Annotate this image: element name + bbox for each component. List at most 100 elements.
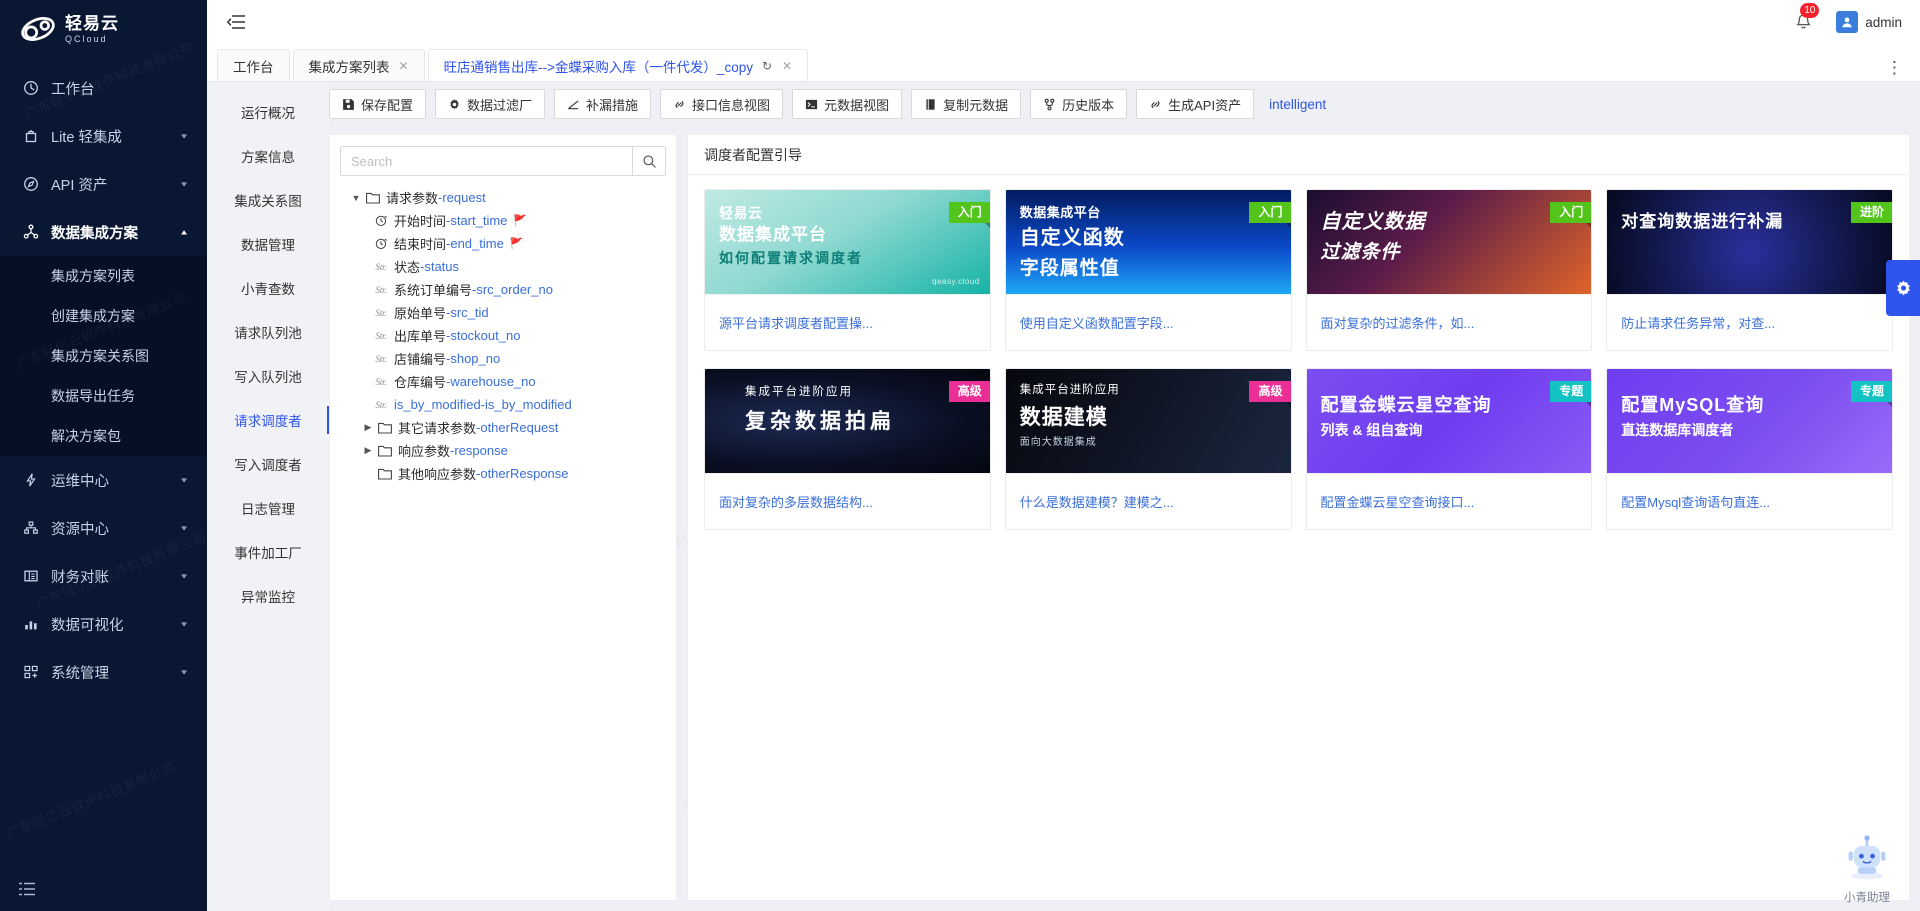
tree-node-end-time[interactable]: 结束时间-end_time 🚩 [340, 232, 666, 255]
search-button[interactable] [632, 146, 666, 176]
tree-node-other-request[interactable]: ▶ 其它请求参数-otherRequest [340, 416, 666, 439]
sidebar-item-integration[interactable]: 数据集成方案 ▲ [0, 208, 207, 256]
card-caption: 配置Mysql查询语句直连... [1607, 473, 1892, 529]
tree-node-other-response[interactable]: 其他响应参数-otherResponse [340, 462, 666, 485]
card-badge: 入门 [1550, 202, 1591, 223]
tree-node-warehouse-no[interactable]: Str. 仓库编号-warehouse_no [340, 370, 666, 393]
data-filter-button[interactable]: 数据过滤厂 [435, 89, 545, 119]
chevron-right-icon[interactable]: ▶ [360, 445, 376, 456]
submenu-item-request-queue[interactable]: 请求队列池 [207, 310, 329, 354]
tree-node-response[interactable]: ▶ 响应参数-response [340, 439, 666, 462]
more-vertical-icon[interactable]: ⋮ [1886, 62, 1904, 74]
sidebar-item-ops[interactable]: 运维中心 ▼ [0, 456, 207, 504]
refresh-icon[interactable]: ↻ [762, 59, 772, 73]
sidebar-item-label: 系统管理 [51, 662, 179, 683]
card-item[interactable]: 配置金蝶云星空查询 列表 & 组自查询 专题 配置金蝶云星空查询接口... [1306, 368, 1593, 530]
history-version-button[interactable]: 历史版本 [1030, 89, 1127, 119]
tree-node-shop-no[interactable]: Str. 店铺编号-shop_no [340, 347, 666, 370]
close-icon[interactable]: ✕ [399, 59, 409, 73]
folder-icon [376, 445, 394, 457]
settings-grid-icon [22, 664, 40, 680]
card-badge: 入门 [949, 202, 990, 223]
page-body: 广东轻亿云软件科技有限公司 广东轻亿云软件科技有限公司 广东轻亿云软件科技有限公… [207, 82, 1920, 911]
submenu-label: 请求队列池 [234, 322, 302, 342]
sidebar-item-workbench[interactable]: 工作台 [0, 64, 207, 112]
card-item[interactable]: 集成平台进阶应用 复杂数据拍扁 高级 面对复杂的多层数据结构... [704, 368, 991, 530]
sidebar-item-resource[interactable]: 资源中心 ▼ [0, 504, 207, 552]
tab-integration-detail[interactable]: 旺店通销售出库-->金蝶采购入库（一件代发）_copy ↻ ✕ [428, 49, 809, 82]
tree-node-label-en: -start_time [446, 213, 507, 228]
string-type-icon: Str. [372, 308, 390, 318]
card-item[interactable]: 配置MySQL查询 直连数据库调度者 专题 配置Mysql查询语句直连... [1606, 368, 1893, 530]
submenu-item-event-factory[interactable]: 事件加工厂 [207, 530, 329, 574]
submenu-item-log-management[interactable]: 日志管理 [207, 486, 329, 530]
card-item[interactable]: 集成平台进阶应用 数据建模 面向大数据集成 高级 什么是数据建模？建模之... [1005, 368, 1292, 530]
tree-node-status[interactable]: Str. 状态-status [340, 255, 666, 278]
card-item[interactable]: 数据集成平台 自定义函数 字段属性值 入门 使用自定义函数配置字段... [1005, 189, 1292, 351]
link-icon [1149, 98, 1162, 111]
sidebar-item-visualization[interactable]: 数据可视化 ▼ [0, 600, 207, 648]
search-input[interactable] [340, 146, 632, 176]
submenu-item-request-scheduler[interactable]: 请求调度者 [207, 398, 329, 442]
notification-button[interactable]: 10 [1792, 11, 1814, 33]
branch-icon [1043, 98, 1056, 111]
submenu-item-data-management[interactable]: 数据管理 [207, 222, 329, 266]
user-menu[interactable]: admin [1836, 11, 1902, 33]
submenu-item-write-scheduler[interactable]: 写入调度者 [207, 442, 329, 486]
settings-rail-button[interactable] [1886, 260, 1920, 316]
metadata-view-button[interactable]: 元数据视图 [792, 89, 902, 119]
submenu-item-exception-monitor[interactable]: 异常监控 [207, 574, 329, 618]
chevron-right-icon[interactable]: ▶ [360, 422, 376, 433]
sidebar-subitem-scheme-list[interactable]: 集成方案列表 [0, 256, 207, 296]
submenu-item-overview[interactable]: 运行概况 [207, 90, 329, 134]
interface-info-view-button[interactable]: 接口信息视图 [660, 89, 783, 119]
card-badge: 高级 [1249, 381, 1290, 402]
tree-node-src-order-no[interactable]: Str. 系统订单编号-src_order_no [340, 278, 666, 301]
card-badge: 专题 [1851, 381, 1892, 402]
card-item[interactable]: 轻易云 数据集成平台 如何配置请求调度者 qeasy.cloud 入门 源平台请… [704, 189, 991, 351]
intelligent-link[interactable]: intelligent [1269, 97, 1326, 112]
sidebar-subitem-label: 解决方案包 [51, 426, 121, 446]
sidebar-item-finance[interactable]: 财务对账 ▼ [0, 552, 207, 600]
tree-node-request[interactable]: ▼ 请求参数-request [340, 186, 666, 209]
patch-measure-button[interactable]: 补漏措施 [554, 89, 651, 119]
card-badge: 专题 [1550, 381, 1591, 402]
sidebar-item-system[interactable]: 系统管理 ▼ [0, 648, 207, 696]
cards-grid: 轻易云 数据集成平台 如何配置请求调度者 qeasy.cloud 入门 源平台请… [688, 175, 1909, 544]
sidebar-subitem-scheme-graph[interactable]: 集成方案关系图 [0, 336, 207, 376]
copy-metadata-button[interactable]: 复制元数据 [911, 89, 1021, 119]
tree-node-label-en: -shop_no [446, 351, 500, 366]
submenu-item-query[interactable]: 小青查数 [207, 266, 329, 310]
sidebar-collapse-button[interactable] [0, 867, 207, 911]
card-item[interactable]: 自定义数据 过滤条件 入门 面对复杂的过滤条件，如... [1306, 189, 1593, 351]
submenu-item-scheme-info[interactable]: 方案信息 [207, 134, 329, 178]
assistant-widget[interactable]: 小青助理 [1830, 833, 1904, 905]
submenu-item-write-queue[interactable]: 写入队列池 [207, 354, 329, 398]
button-label: 生成API资产 [1168, 95, 1241, 114]
sidebar-subitem-export-task[interactable]: 数据导出任务 [0, 376, 207, 416]
close-icon[interactable]: ✕ [782, 59, 792, 73]
sidebar-subitem-label: 集成方案关系图 [51, 346, 149, 366]
card-item[interactable]: 对查询数据进行补漏 进阶 防止请求任务异常，对查... [1606, 189, 1893, 351]
sidebar-subitem-create-scheme[interactable]: 创建集成方案 [0, 296, 207, 336]
sidebar-item-lite[interactable]: Lite 轻集成 ▼ [0, 112, 207, 160]
tab-scheme-list[interactable]: 集成方案列表 ✕ [293, 49, 425, 82]
generate-api-asset-button[interactable]: 生成API资产 [1136, 89, 1254, 119]
chevron-down-icon[interactable]: ▼ [348, 193, 364, 203]
sidebar: 广东轻亿云软件科技有限公司 广东轻亿云软件科技有限公司 广东轻亿云软件科技有限公… [0, 0, 207, 911]
notification-badge: 10 [1800, 3, 1819, 18]
tree-node-src-tid[interactable]: Str. 原始单号-src_tid [340, 301, 666, 324]
sidebar-subitem-solution-package[interactable]: 解决方案包 [0, 416, 207, 456]
sidebar-item-api[interactable]: API 资产 ▼ [0, 160, 207, 208]
tree-node-stockout-no[interactable]: Str. 出库单号-stockout_no [340, 324, 666, 347]
tree-node-is-by-modified[interactable]: Str. is_by_modified-is_by_modified [340, 393, 666, 416]
menu-collapse-button[interactable] [223, 9, 249, 35]
submenu-item-relation-graph[interactable]: 集成关系图 [207, 178, 329, 222]
tree-node-start-time[interactable]: 开始时间-start_time 🚩 [340, 209, 666, 232]
brand-name-cn: 轻易云 [65, 15, 119, 32]
save-config-button[interactable]: 保存配置 [329, 89, 426, 119]
brand-logo-area[interactable]: 轻易云 QCloud [0, 0, 207, 58]
tab-workbench[interactable]: 工作台 [217, 49, 290, 82]
card-logo-mark: qeasy.cloud [932, 277, 980, 286]
folder-icon [364, 192, 382, 204]
